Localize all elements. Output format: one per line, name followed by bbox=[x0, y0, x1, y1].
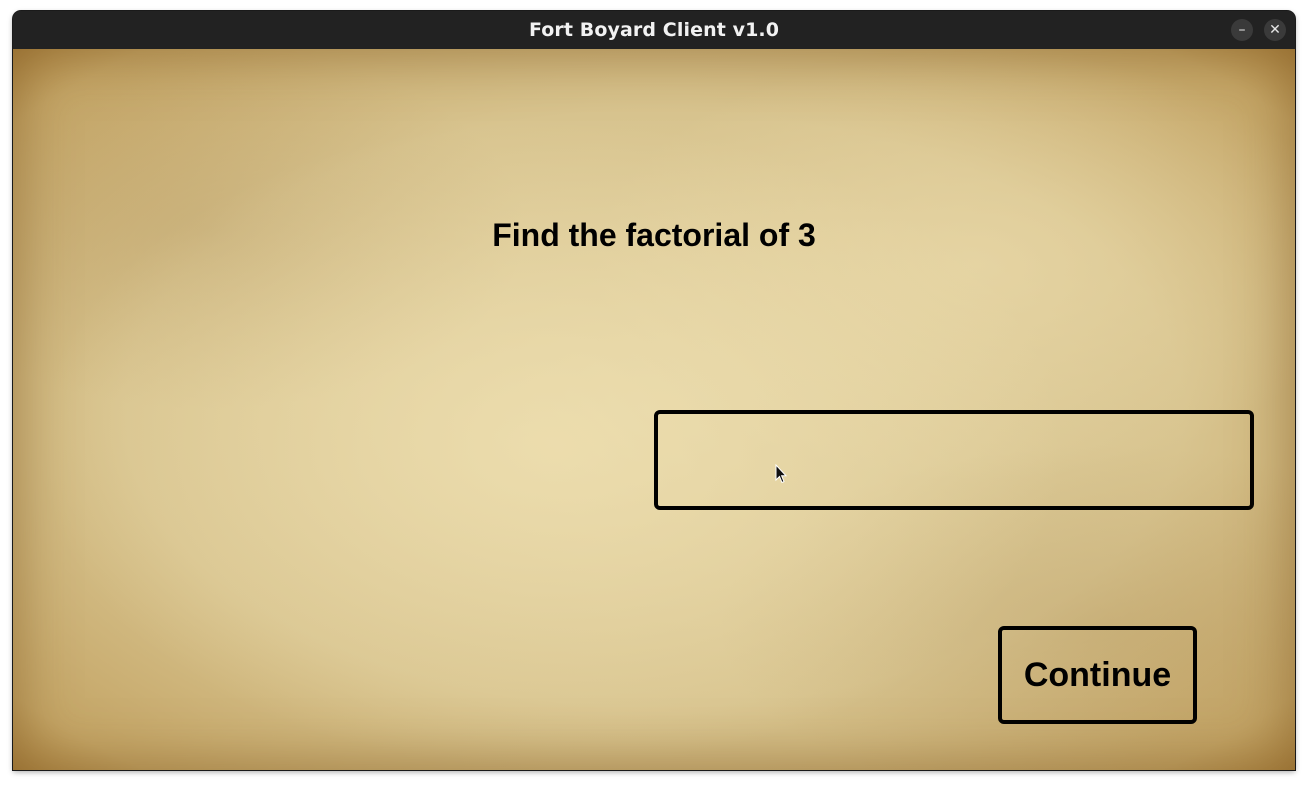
answer-input[interactable] bbox=[658, 414, 1250, 506]
question-text: Find the factorial of 3 bbox=[492, 217, 816, 253]
close-button[interactable]: ✕ bbox=[1264, 19, 1286, 41]
title-bar: Fort Boyard Client v1.0 – ✕ bbox=[13, 11, 1295, 49]
app-window: Fort Boyard Client v1.0 – ✕ Find the fac… bbox=[13, 11, 1295, 770]
mouse-pointer-icon bbox=[775, 464, 787, 484]
parchment-background: Find the factorial of 3 Continue bbox=[13, 49, 1295, 770]
continue-button[interactable]: Continue bbox=[998, 626, 1197, 724]
minimize-icon: – bbox=[1238, 22, 1246, 38]
close-icon: ✕ bbox=[1269, 22, 1281, 38]
window-title: Fort Boyard Client v1.0 bbox=[528, 19, 780, 41]
answer-field[interactable] bbox=[654, 410, 1254, 510]
minimize-button[interactable]: – bbox=[1231, 19, 1253, 41]
